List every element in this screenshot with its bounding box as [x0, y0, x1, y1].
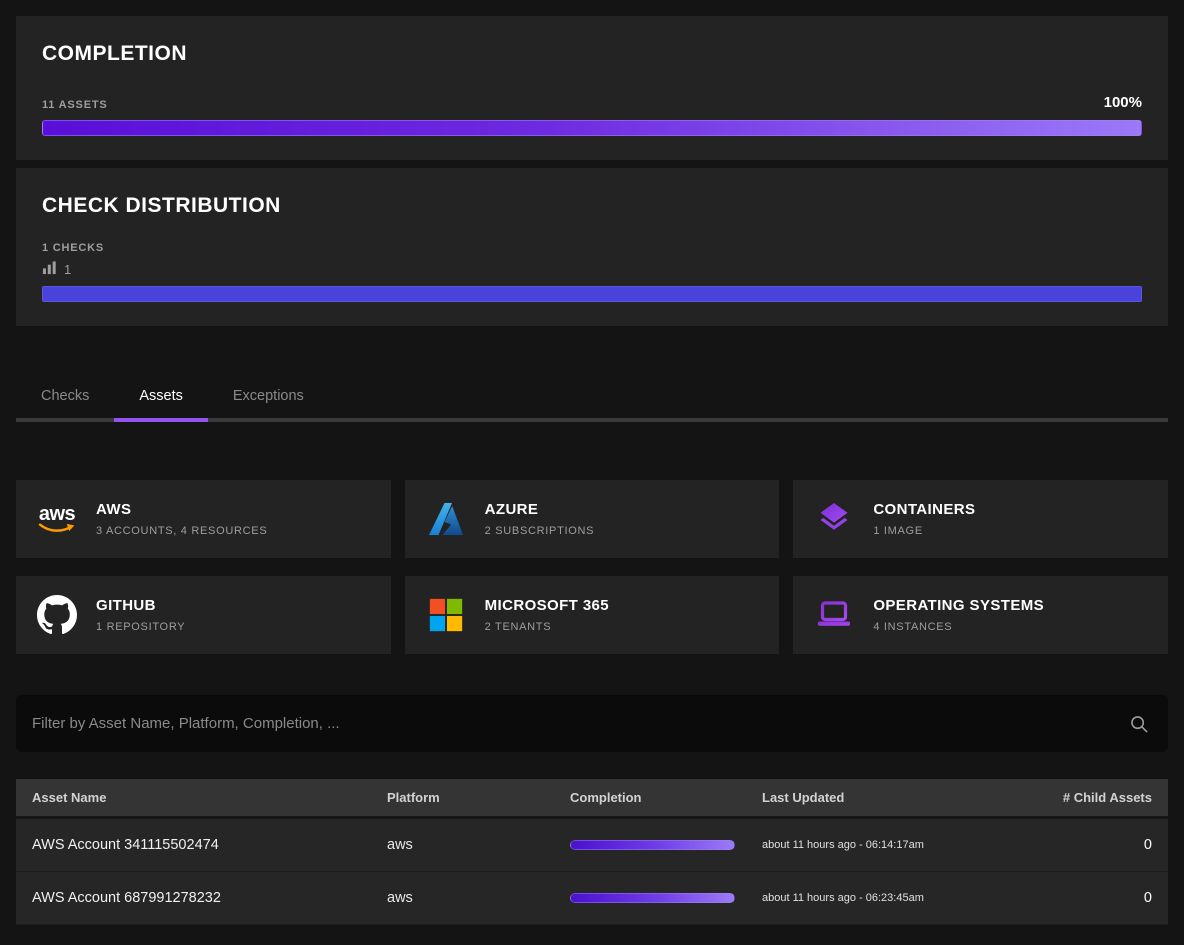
- check-distribution-title: CHECK DISTRIBUTION: [42, 194, 1142, 218]
- assets-table: Asset Name Platform Completion Last Upda…: [16, 779, 1168, 925]
- table-row[interactable]: AWS Account 687991278232 aws about 11 ho…: [16, 872, 1168, 925]
- card-github[interactable]: GITHUB 1 REPOSITORY: [16, 576, 391, 654]
- layers-icon: [813, 498, 855, 540]
- tab-exceptions[interactable]: Exceptions: [208, 374, 329, 418]
- column-header-child-assets[interactable]: # Child Assets: [1012, 790, 1152, 805]
- column-header-last-updated[interactable]: Last Updated: [762, 790, 1012, 805]
- completion-progress-fill: [42, 120, 1142, 136]
- search-icon: [1128, 713, 1150, 735]
- cell-platform: aws: [387, 837, 570, 853]
- tab-assets[interactable]: Assets: [114, 374, 208, 418]
- asset-filter-input[interactable]: [16, 695, 1168, 752]
- card-title: OPERATING SYSTEMS: [873, 597, 1044, 614]
- cell-asset-name: AWS Account 341115502474: [32, 837, 387, 853]
- card-azure[interactable]: AZURE 2 SUBSCRIPTIONS: [405, 480, 780, 558]
- tab-bar: Checks Assets Exceptions: [16, 374, 1168, 422]
- table-row[interactable]: AWS Account 341115502474 aws about 11 ho…: [16, 819, 1168, 872]
- completion-title: COMPLETION: [42, 42, 1142, 66]
- legend-check-count: 1: [64, 262, 71, 277]
- column-header-completion[interactable]: Completion: [570, 790, 762, 805]
- aws-logo-icon: aws: [36, 498, 78, 540]
- checks-count-label: 1 CHECKS: [42, 242, 104, 254]
- card-subtitle: 1 IMAGE: [873, 525, 975, 537]
- cell-platform: aws: [387, 890, 570, 906]
- cell-child-assets: 0: [1012, 890, 1152, 906]
- completion-panel: COMPLETION 11 ASSETS 100%: [16, 16, 1168, 160]
- github-logo-icon: [36, 594, 78, 636]
- cell-last-updated: about 11 hours ago - 06:14:17am: [762, 839, 1012, 851]
- check-distribution-bar: [42, 286, 1142, 302]
- card-title: GITHUB: [96, 597, 185, 614]
- laptop-icon: [813, 594, 855, 636]
- card-subtitle: 1 REPOSITORY: [96, 621, 185, 633]
- card-title: CONTAINERS: [873, 501, 975, 518]
- cell-child-assets: 0: [1012, 837, 1152, 853]
- column-header-platform[interactable]: Platform: [387, 790, 570, 805]
- platform-cards-grid: aws AWS 3 ACCOUNTS, 4 RESOURCES: [16, 480, 1168, 654]
- completion-progress-bar: [42, 120, 1142, 136]
- card-title: AZURE: [485, 501, 595, 518]
- card-subtitle: 2 SUBSCRIPTIONS: [485, 525, 595, 537]
- card-operating-systems[interactable]: OPERATING SYSTEMS 4 INSTANCES: [793, 576, 1168, 654]
- card-aws[interactable]: aws AWS 3 ACCOUNTS, 4 RESOURCES: [16, 480, 391, 558]
- card-subtitle: 2 TENANTS: [485, 621, 609, 633]
- completion-bar: [570, 840, 735, 850]
- cell-asset-name: AWS Account 687991278232: [32, 890, 387, 906]
- card-title: AWS: [96, 501, 267, 518]
- azure-logo-icon: [425, 498, 467, 540]
- card-subtitle: 3 ACCOUNTS, 4 RESOURCES: [96, 525, 267, 537]
- asset-filter: [16, 695, 1168, 752]
- cell-last-updated: about 11 hours ago - 06:23:45am: [762, 892, 1012, 904]
- completion-bar: [570, 893, 735, 903]
- check-distribution-panel: CHECK DISTRIBUTION 1 CHECKS 1: [16, 168, 1168, 326]
- completion-percent-label: 100%: [1104, 94, 1142, 111]
- assets-table-header: Asset Name Platform Completion Last Upda…: [16, 779, 1168, 816]
- cell-completion: [570, 840, 762, 850]
- card-containers[interactable]: CONTAINERS 1 IMAGE: [793, 480, 1168, 558]
- cell-completion: [570, 893, 762, 903]
- card-subtitle: 4 INSTANCES: [873, 621, 1044, 633]
- tab-checks[interactable]: Checks: [16, 374, 114, 418]
- card-microsoft-365[interactable]: MICROSOFT 365 2 TENANTS: [405, 576, 780, 654]
- assets-table-body: AWS Account 341115502474 aws about 11 ho…: [16, 816, 1168, 925]
- bar-chart-icon: [42, 260, 57, 278]
- column-header-asset-name[interactable]: Asset Name: [32, 790, 387, 805]
- microsoft-logo-icon: [425, 594, 467, 636]
- card-title: MICROSOFT 365: [485, 597, 609, 614]
- completion-assets-count: 11 ASSETS: [42, 99, 108, 111]
